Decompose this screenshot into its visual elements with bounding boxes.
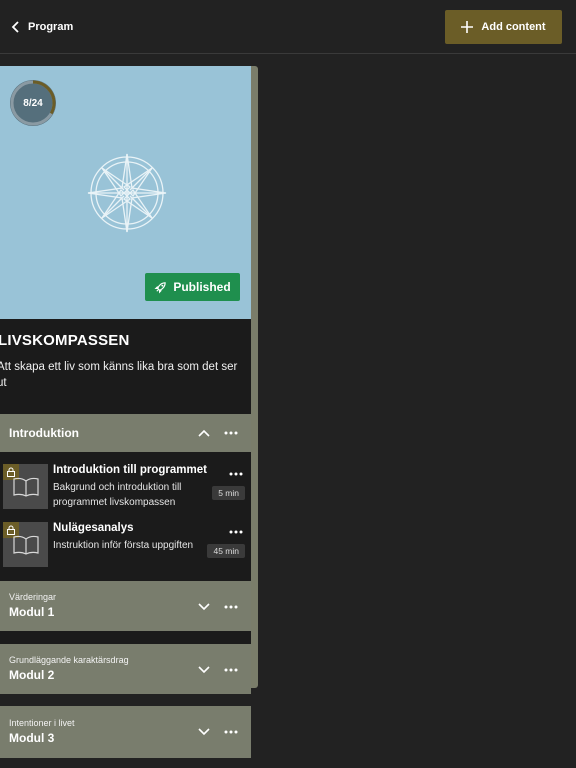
lesson-description: Bakgrund och introduktion till programme…	[53, 482, 182, 508]
top-bar: Program Add content	[0, 0, 576, 54]
book-icon	[13, 477, 39, 497]
more-icon[interactable]	[224, 605, 238, 609]
chevron-down-icon[interactable]	[198, 666, 210, 674]
lock-icon	[7, 467, 15, 477]
lesson-title: Nulägesanalys	[53, 522, 134, 534]
lesson-duration: 5 min	[212, 486, 245, 500]
lesson-duration: 45 min	[207, 544, 245, 558]
section-subtitle: Intentioner i livet	[9, 718, 75, 728]
chevron-up-icon[interactable]	[198, 429, 210, 437]
program-hero[interactable]: 8/24 Published	[0, 66, 251, 319]
lesson-title: Introduktion till programmet	[53, 464, 207, 476]
compass-icon	[87, 153, 167, 233]
program-card: 8/24 Published LIVSKOMPASSEN Att skapa e…	[0, 66, 251, 694]
published-badge[interactable]: Published	[145, 273, 240, 301]
more-icon[interactable]	[224, 431, 238, 435]
section-title: Modul 3	[9, 731, 55, 745]
program-title: LIVSKOMPASSEN	[0, 332, 130, 349]
section-title: Modul 2	[9, 668, 55, 682]
section-modul-1[interactable]: Värderingar Modul 1	[0, 581, 251, 631]
scrollbar[interactable]	[251, 66, 258, 688]
more-icon[interactable]	[224, 668, 238, 672]
plus-icon	[461, 21, 474, 33]
progress-count: 8/24	[23, 97, 43, 109]
program-description: Att skapa ett liv som känns lika bra som…	[0, 361, 238, 389]
section-title: Introduktion	[9, 426, 79, 440]
section-introduktion[interactable]: Introduktion	[0, 414, 251, 452]
book-icon	[13, 535, 39, 555]
lesson-thumbnail	[3, 522, 48, 567]
section-title: Modul 1	[9, 605, 55, 619]
add-content-label: Add content	[481, 21, 546, 33]
lesson-description: Instruktion inför första uppgiften	[53, 540, 194, 551]
add-content-button[interactable]: Add content	[445, 10, 562, 44]
back-label: Program	[28, 21, 74, 33]
section-subtitle: Grundläggande karaktärsdrag	[9, 655, 129, 665]
more-icon[interactable]	[224, 730, 238, 734]
published-label: Published	[173, 280, 231, 294]
back-button[interactable]: Program	[10, 16, 73, 38]
chevron-down-icon[interactable]	[198, 728, 210, 736]
section-modul-3[interactable]: Intentioner i livet Modul 3	[0, 706, 251, 758]
lesson-item[interactable]: Introduktion till programmet Bakgrund oc…	[0, 464, 251, 522]
lock-icon	[7, 525, 15, 535]
lesson-item[interactable]: Nulägesanalys Instruktion inför första u…	[0, 522, 251, 580]
more-icon[interactable]	[229, 530, 243, 534]
section-subtitle: Värderingar	[9, 592, 57, 602]
lesson-thumbnail	[3, 464, 48, 509]
rocket-icon	[154, 281, 167, 293]
chevron-left-icon	[11, 21, 19, 33]
more-icon[interactable]	[229, 472, 243, 476]
chevron-down-icon[interactable]	[198, 603, 210, 611]
section-modul-2[interactable]: Grundläggande karaktärsdrag Modul 2	[0, 644, 251, 694]
